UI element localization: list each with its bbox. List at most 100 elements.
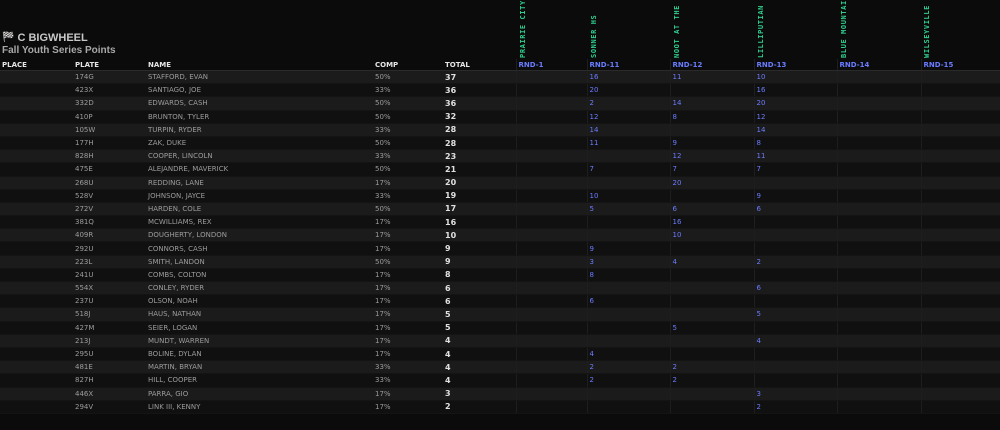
- col-rnd-1[interactable]: RND-1: [515, 59, 587, 71]
- page-title: 🏁 C BIGWHEEL Fall Youth Series Points: [2, 32, 116, 57]
- table-row[interactable]: 409R DOUGHERTY, LONDON 17% 10 10: [0, 228, 1000, 243]
- table-row[interactable]: 294V LINK III, KENNY 17% 2 2: [0, 400, 1000, 414]
- table-row[interactable]: 828H COOPER, LINCOLN 33% 23 12 11: [0, 149, 1000, 164]
- round-points-cell: [515, 294, 587, 309]
- table-row[interactable]: 241U COMBS, COLTON 17% 8 8: [0, 268, 1000, 283]
- table-row[interactable]: 827H HILL, COOPER 33% 4 2 2: [0, 373, 1000, 388]
- table-row[interactable]: 423X SANTIAGO, JOE 33% 36 20 16: [0, 83, 1000, 98]
- col-rnd-12[interactable]: RND-12: [669, 59, 754, 71]
- name-cell: OLSON, NOAH: [146, 294, 373, 309]
- round-points-cell: [515, 228, 587, 243]
- table-row[interactable]: 554X CONLEY, RYDER 17% 6 6: [0, 281, 1000, 296]
- plate-cell: 292U: [73, 241, 146, 256]
- place-cell: [0, 136, 73, 151]
- round-points-cell: [515, 255, 587, 269]
- round-name-label: PRAIRIE CITY GP: [519, 0, 527, 58]
- table-row[interactable]: 177H ZAK, DUKE 50% 28 11 9 8: [0, 136, 1000, 151]
- table-row[interactable]: 332D EDWARDS, CASH 50% 36 2 14 20: [0, 96, 1000, 111]
- class-name: C BIGWHEEL: [17, 32, 88, 44]
- plate-cell: 827H: [73, 373, 146, 388]
- col-place[interactable]: PLACE: [0, 59, 73, 71]
- round-points-cell: 6: [753, 281, 837, 296]
- round-points-cell: [515, 334, 587, 348]
- table-row[interactable]: 292U CONNORS, CASH 17% 9 9: [0, 241, 1000, 256]
- table-row[interactable]: 105W TURPIN, RYDER 33% 28 14 14: [0, 123, 1000, 137]
- col-plate[interactable]: PLATE: [73, 59, 146, 71]
- round-points-cell: [920, 189, 1000, 203]
- round-points-cell: 16: [753, 83, 837, 98]
- table-row[interactable]: 237U OLSON, NOAH 17% 6 6: [0, 294, 1000, 309]
- place-cell: [0, 321, 73, 335]
- place-cell: [0, 241, 73, 256]
- round-points-cell: [586, 334, 670, 348]
- round-points-cell: [836, 373, 921, 388]
- col-rnd-15[interactable]: RND-15: [920, 59, 1000, 71]
- round-points-cell: [920, 347, 1000, 362]
- col-total[interactable]: TOTAL: [443, 59, 516, 71]
- plate-cell: 332D: [73, 96, 146, 111]
- total-cell: 6: [443, 294, 516, 309]
- table-row[interactable]: 446X PARRA, GIO 17% 3 3: [0, 387, 1000, 401]
- round-points-cell: [920, 215, 1000, 230]
- comp-cell: 33%: [373, 149, 443, 164]
- table-row[interactable]: 427M SEIER, LOGAN 17% 5 5: [0, 321, 1000, 335]
- total-cell: 28: [443, 123, 516, 137]
- place-cell: [0, 255, 73, 269]
- table-row[interactable]: 174G STAFFORD, EVAN 50% 37 16 11 10: [0, 70, 1000, 85]
- round-points-cell: [920, 110, 1000, 124]
- total-cell: 19: [443, 189, 516, 203]
- table-row[interactable]: 223L SMITH, LANDON 50% 9 3 4 2: [0, 255, 1000, 269]
- round-points-cell: [836, 241, 921, 256]
- table-row[interactable]: 213J MUNDT, WARREN 17% 4 4: [0, 334, 1000, 348]
- round-points-cell: [515, 321, 587, 335]
- name-cell: HILL, COOPER: [146, 373, 373, 388]
- total-cell: 20: [443, 176, 516, 190]
- table-row[interactable]: 272V HARDEN, COLE 50% 17 5 6 6: [0, 202, 1000, 217]
- comp-cell: 50%: [373, 255, 443, 269]
- table-row[interactable]: 295U BOLINE, DYLAN 17% 4 4: [0, 347, 1000, 362]
- table-row[interactable]: 481E MARTIN, BRYAN 33% 4 2 2: [0, 360, 1000, 375]
- round-points-cell: [920, 281, 1000, 296]
- round-points-cell: [753, 373, 837, 388]
- total-cell: 4: [443, 334, 516, 348]
- round-points-cell: 7: [753, 162, 837, 177]
- round-points-cell: [586, 281, 670, 296]
- round-points-cell: [586, 387, 670, 401]
- table-row[interactable]: 475E ALEJANDRE, MAVERICK 50% 21 7 7 7: [0, 162, 1000, 177]
- round-points-cell: 10: [586, 189, 670, 203]
- place-cell: [0, 387, 73, 401]
- col-rnd-11[interactable]: RND-11: [586, 59, 670, 71]
- table-row[interactable]: 518J HAUS, NATHAN 17% 5 5: [0, 307, 1000, 322]
- table-row[interactable]: 268U REDDING, LANE 17% 20 20: [0, 176, 1000, 190]
- col-rnd-13[interactable]: RND-13: [753, 59, 837, 71]
- round-points-cell: 14: [669, 96, 754, 111]
- round-points-cell: 8: [753, 136, 837, 151]
- place-cell: [0, 202, 73, 217]
- table-row[interactable]: 381Q MCWILLIAMS, REX 17% 16 16: [0, 215, 1000, 230]
- table-row[interactable]: 410P BRUNTON, TYLER 50% 32 12 8 12: [0, 110, 1000, 124]
- round-points-cell: [586, 321, 670, 335]
- place-cell: [0, 162, 73, 177]
- round-points-cell: [836, 70, 921, 85]
- col-name[interactable]: NAME: [146, 59, 373, 71]
- comp-cell: 50%: [373, 96, 443, 111]
- round-points-cell: [836, 268, 921, 283]
- name-cell: SMITH, LANDON: [146, 255, 373, 269]
- total-cell: 36: [443, 83, 516, 98]
- col-comp[interactable]: COMP: [373, 59, 443, 71]
- round-points-cell: [920, 255, 1000, 269]
- table-row[interactable]: 528V JOHNSON, JAYCE 33% 19 10 9: [0, 189, 1000, 203]
- round-points-cell: 9: [669, 136, 754, 151]
- name-cell: SEIER, LOGAN: [146, 321, 373, 335]
- col-rnd-14[interactable]: RND-14: [836, 59, 921, 71]
- round-points-cell: [669, 334, 754, 348]
- round-name-15: WILSEYVILLE HS: [923, 0, 933, 58]
- round-points-cell: 3: [753, 387, 837, 401]
- place-cell: [0, 83, 73, 98]
- round-points-cell: [515, 70, 587, 85]
- round-points-cell: 16: [669, 215, 754, 230]
- round-points-cell: 6: [753, 202, 837, 217]
- round-points-cell: [515, 96, 587, 111]
- round-points-cell: [669, 307, 754, 322]
- plate-cell: 213J: [73, 334, 146, 348]
